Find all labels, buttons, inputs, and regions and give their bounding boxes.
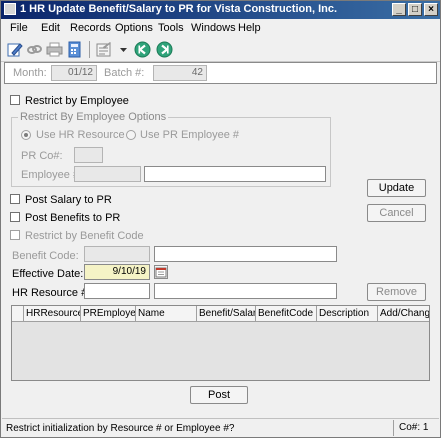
toolbar-separator	[89, 41, 90, 58]
calendar-icon[interactable]	[154, 265, 168, 279]
menu-edit[interactable]: Edit	[41, 22, 60, 34]
post-salary-label: Post Salary to PR	[25, 194, 112, 206]
batch-label: Batch #:	[104, 67, 145, 79]
use-pr-employee-radio[interactable]	[126, 130, 136, 140]
forward-arrow-icon[interactable]	[156, 41, 173, 58]
month-label: Month:	[13, 67, 47, 79]
remove-button[interactable]: Remove	[367, 283, 426, 301]
column-benefitcode[interactable]: BenefitCode	[256, 306, 317, 322]
restrict-by-employee-checkbox[interactable]	[10, 95, 20, 105]
post-benefits-checkbox[interactable]	[10, 212, 20, 222]
grid-header-row: HRResource PREmployee Name Benefit/Salar…	[12, 306, 429, 322]
cancel-button[interactable]: Cancel	[367, 204, 426, 222]
use-hr-resource-label: Use HR Resource #	[36, 129, 134, 141]
benefit-code-label: Benefit Code:	[12, 250, 79, 262]
benefit-code-description	[154, 246, 337, 262]
column-hrresource[interactable]: HRResource	[24, 306, 81, 322]
column-name[interactable]: Name	[136, 306, 197, 322]
restrict-by-employee-label: Restrict by Employee	[25, 95, 129, 107]
column-premployee[interactable]: PREmployee	[81, 306, 136, 322]
benefit-code-field	[84, 246, 150, 262]
post-button[interactable]: Post	[190, 386, 248, 404]
batch-header: Month: 01/12 Batch #: 42	[4, 62, 437, 84]
minimize-button[interactable]: _	[392, 3, 406, 16]
title-bar[interactable]: 1 HR Update Benefit/Salary to PR for Vis…	[1, 1, 440, 19]
pr-co-field	[74, 147, 103, 163]
toolbar	[1, 37, 440, 62]
menu-records[interactable]: Records	[70, 22, 111, 34]
status-bar: Restrict initialization by Resource # or…	[2, 418, 439, 437]
close-button[interactable]: ×	[424, 3, 438, 16]
status-message: Restrict initialization by Resource # or…	[6, 423, 235, 434]
update-button[interactable]: Update	[367, 179, 426, 197]
hr-resource-label: HR Resource #:	[12, 287, 91, 299]
batch-field: 42	[153, 65, 207, 81]
month-field: 01/12	[51, 65, 97, 81]
menu-options[interactable]: Options	[115, 22, 153, 34]
hr-resource-field[interactable]	[84, 283, 150, 299]
link-icon[interactable]	[26, 41, 43, 58]
employee-label: Employee #:	[21, 169, 83, 181]
menu-help[interactable]: Help	[238, 22, 261, 34]
dropdown-arrow-icon[interactable]	[119, 41, 128, 58]
column-description[interactable]: Description	[317, 306, 378, 322]
use-hr-resource-radio[interactable]	[21, 130, 31, 140]
menu-tools[interactable]: Tools	[158, 22, 184, 34]
window-title: 1 HR Update Benefit/Salary to PR for Vis…	[20, 3, 338, 15]
post-benefits-label: Post Benefits to PR	[25, 212, 121, 224]
restrict-options-legend: Restrict By Employee Options	[18, 111, 169, 123]
use-pr-employee-label: Use PR Employee #	[140, 129, 240, 141]
edit-icon[interactable]	[6, 41, 23, 58]
restrict-employee-options-group: Restrict By Employee Options Use HR Reso…	[11, 111, 331, 187]
calculator-icon[interactable]	[66, 41, 83, 58]
benefit-salary-grid[interactable]: HRResource PREmployee Name Benefit/Salar…	[11, 305, 430, 381]
menu-bar: File Edit Records Options Tools Windows …	[1, 20, 440, 37]
pr-co-label: PR Co#:	[21, 150, 63, 162]
menu-file[interactable]: File	[10, 22, 28, 34]
employee-field	[74, 166, 141, 182]
employee-description	[144, 166, 326, 182]
effective-date-field[interactable]: 9/10/19	[84, 264, 150, 280]
hr-resource-description	[154, 283, 337, 299]
grid-row-selector-header	[12, 306, 24, 322]
hr-update-window: 1 HR Update Benefit/Salary to PR for Vis…	[0, 0, 441, 438]
restrict-by-benefit-code-checkbox[interactable]	[10, 230, 20, 240]
post-salary-checkbox[interactable]	[10, 194, 20, 204]
notes-icon[interactable]	[95, 41, 112, 58]
status-company: Co#: 1	[393, 420, 437, 436]
restrict-by-benefit-code-label: Restrict by Benefit Code	[25, 230, 144, 242]
column-benefit-salary[interactable]: Benefit/Salary	[197, 306, 256, 322]
effective-date-label: Effective Date:	[12, 268, 84, 280]
column-add-change[interactable]: Add/Change	[378, 306, 429, 322]
printer-icon[interactable]	[46, 41, 63, 58]
app-icon	[4, 3, 16, 15]
menu-windows[interactable]: Windows	[191, 22, 236, 34]
maximize-button[interactable]: □	[408, 3, 422, 16]
back-arrow-icon[interactable]	[134, 41, 151, 58]
